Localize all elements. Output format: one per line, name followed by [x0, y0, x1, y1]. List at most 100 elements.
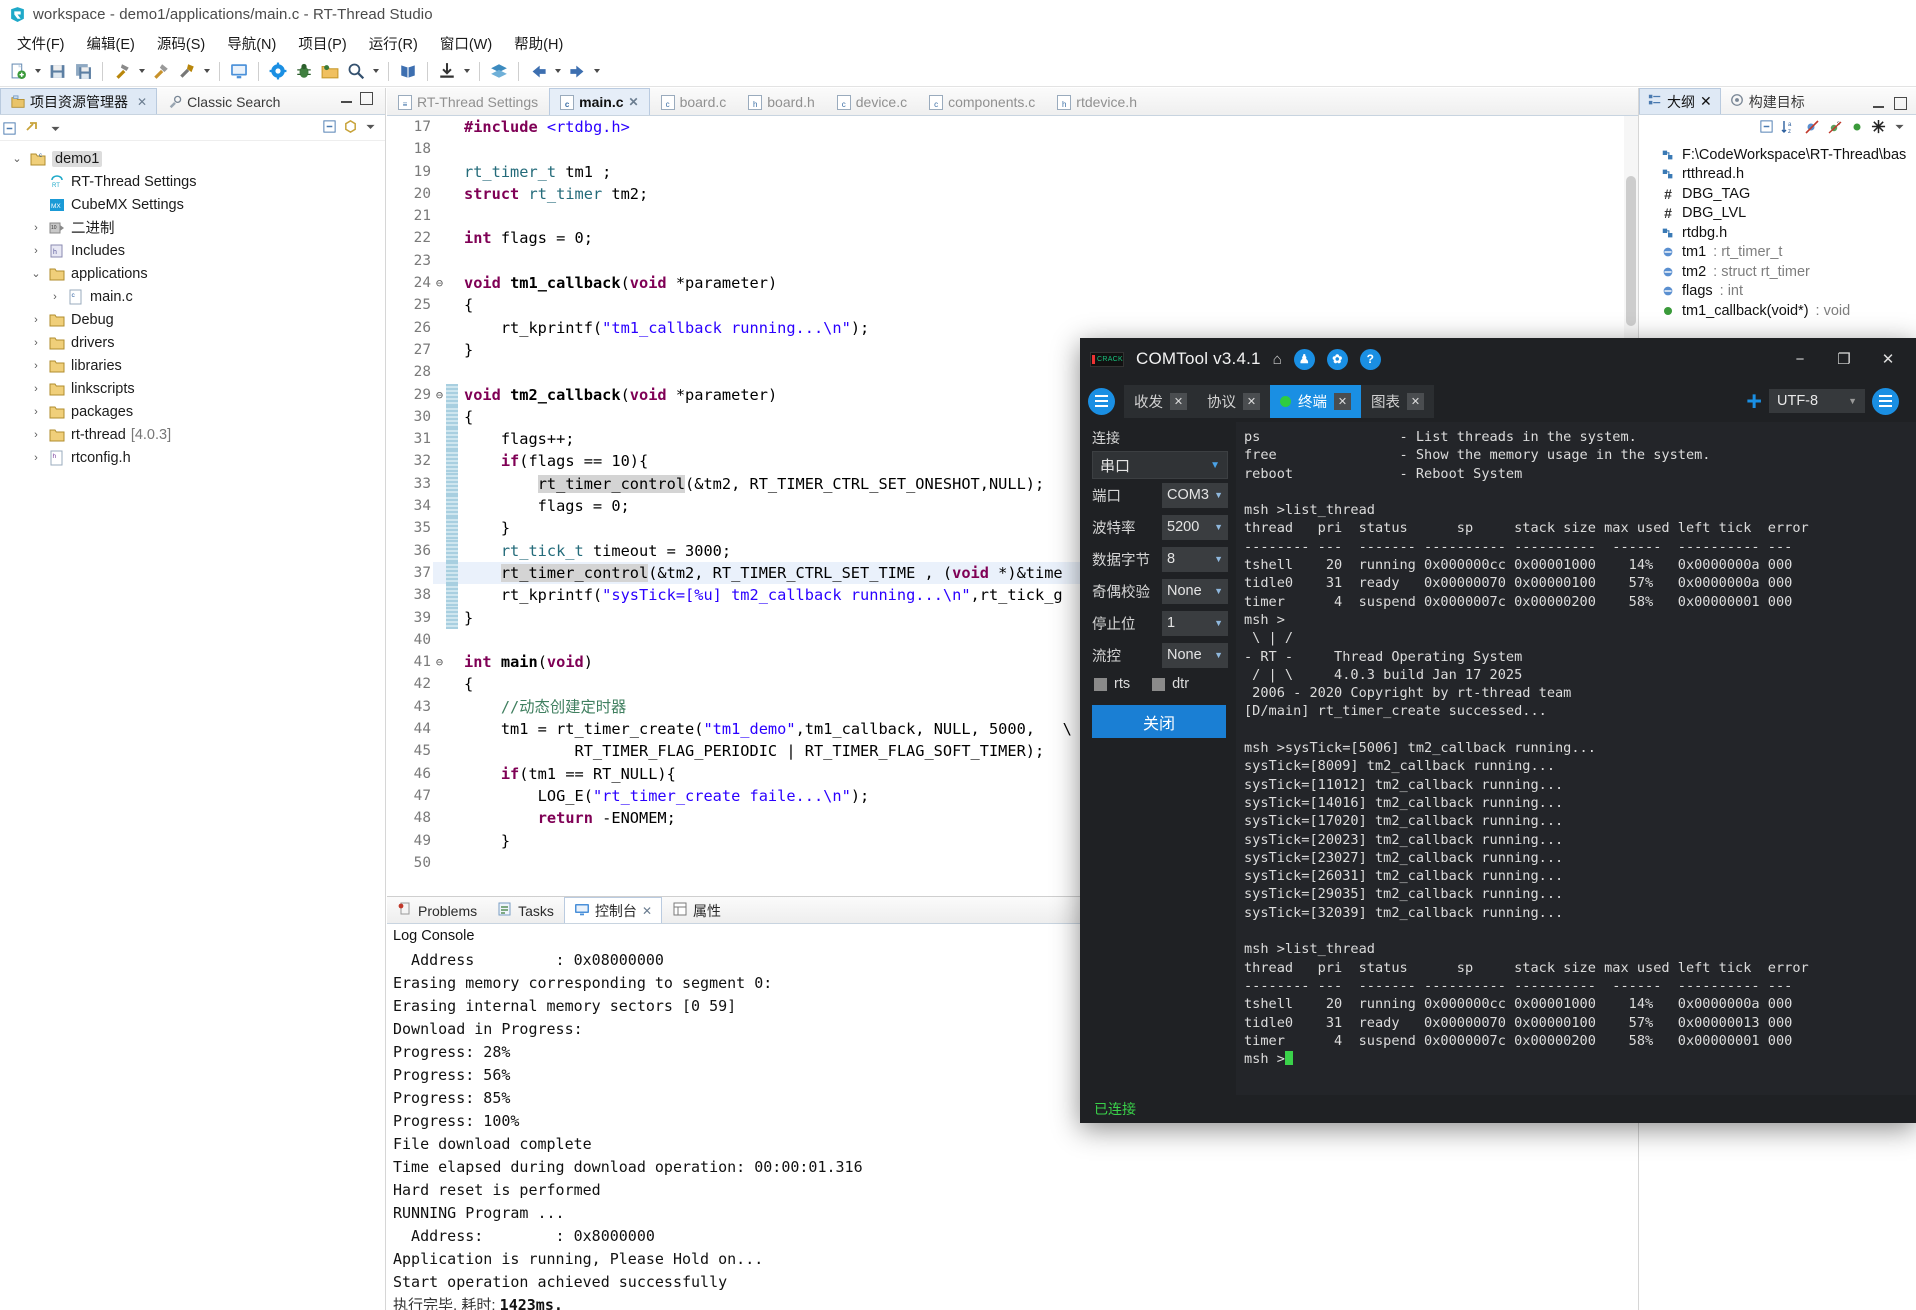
back-arrow-icon[interactable] — [526, 59, 550, 83]
terminal-icon[interactable] — [227, 59, 251, 83]
tab-project-explorer[interactable]: 项目资源管理器 ✕ — [0, 88, 157, 114]
tree-item-debug[interactable]: ›Debug — [0, 308, 385, 331]
skin-icon[interactable]: ✿ — [1327, 349, 1348, 370]
view-menu-icon[interactable] — [1893, 120, 1906, 136]
editor-tab-components-c[interactable]: ccomponents.c — [918, 88, 1046, 115]
save-all-icon[interactable] — [71, 59, 95, 83]
code-line[interactable]: 21 — [387, 205, 1624, 227]
caret-down-icon[interactable] — [136, 60, 147, 82]
outline-item[interactable]: tm1_callback(void*) : void — [1639, 301, 1916, 321]
tab-build-targets[interactable]: 构建目标 — [1721, 88, 1814, 114]
debug-bug-icon[interactable] — [292, 59, 316, 83]
menu-run[interactable]: 运行(R) — [358, 31, 429, 56]
menu-navigate[interactable]: 导航(N) — [216, 31, 287, 56]
help-icon[interactable]: ? — [1360, 349, 1381, 370]
link-editor-icon[interactable] — [25, 120, 41, 139]
serial-field-select[interactable]: 8▼ — [1162, 547, 1228, 572]
chevron-right-icon[interactable]: › — [29, 452, 43, 464]
tree-item-drivers[interactable]: ›drivers — [0, 331, 385, 354]
comtool-tab-收发[interactable]: 收发✕ — [1124, 385, 1197, 418]
editor-tab-rt-thread-settings[interactable]: ≡RT-Thread Settings — [387, 88, 549, 115]
sync-settings-icon[interactable] — [266, 59, 290, 83]
hide-fields-icon[interactable] — [1804, 119, 1820, 138]
clean-icon[interactable] — [149, 59, 173, 83]
menu-file[interactable]: 文件(F) — [6, 31, 76, 56]
comtool-tab-协议[interactable]: 协议✕ — [1197, 385, 1270, 418]
minimize-view-icon[interactable] — [340, 92, 353, 105]
close-icon[interactable]: ✕ — [1334, 393, 1351, 410]
collapse-all-icon[interactable] — [322, 119, 337, 137]
menu-help[interactable]: 帮助(H) — [503, 31, 574, 56]
code-line[interactable]: 20struct rt_timer tm2; — [387, 183, 1624, 205]
caret-down-icon[interactable] — [591, 60, 602, 82]
hide-static-icon[interactable]: s — [1827, 119, 1843, 138]
editor-tab-rtdevice-h[interactable]: hrtdevice.h — [1046, 88, 1148, 115]
comtool-tab-终端[interactable]: 终端✕ — [1270, 385, 1361, 418]
outline-item[interactable]: F:\CodeWorkspace\RT-Thread\bas — [1639, 145, 1916, 165]
editor-tab-main-c[interactable]: cmain.c✕ — [549, 88, 649, 115]
connection-type-select[interactable]: 串口 ▼ — [1092, 451, 1228, 479]
close-button[interactable]: ✕ — [1866, 339, 1910, 379]
menu-window[interactable]: 窗口(W) — [429, 31, 503, 56]
chevron-right-icon[interactable]: › — [29, 360, 43, 372]
console-tab-控制台[interactable]: 控制台✕ — [564, 897, 662, 923]
minimize-view-icon[interactable] — [1872, 97, 1885, 110]
filter-icon[interactable] — [1871, 119, 1886, 137]
maximize-button[interactable]: ❐ — [1822, 339, 1866, 379]
menu-edit[interactable]: 编辑(E) — [76, 31, 146, 56]
outline-item[interactable]: flags : int — [1639, 282, 1916, 302]
comtool-tab-图表[interactable]: 图表✕ — [1361, 385, 1434, 418]
close-icon[interactable]: ✕ — [1243, 393, 1260, 410]
tree-item-rtconfig-h[interactable]: ›hrtconfig.h — [0, 446, 385, 469]
close-icon[interactable]: ✕ — [1407, 393, 1424, 410]
chevron-right-icon[interactable]: › — [29, 245, 43, 257]
code-line[interactable]: 24⊖void tm1_callback(void *parameter) — [387, 272, 1624, 294]
tree-item-cubemx-settings[interactable]: MXCubeMX Settings — [0, 193, 385, 216]
search-icon[interactable] — [344, 59, 368, 83]
close-icon[interactable]: ✕ — [642, 904, 652, 918]
tree-item-packages[interactable]: ›packages — [0, 400, 385, 423]
terminal-output[interactable]: ps - List threads in the system.free - S… — [1236, 422, 1916, 1095]
build-settings-icon[interactable] — [175, 59, 199, 83]
tree-item-linkscripts[interactable]: ›linkscripts — [0, 377, 385, 400]
outline-item[interactable]: rtdbg.h — [1639, 223, 1916, 243]
chevron-right-icon[interactable]: › — [29, 383, 43, 395]
view-menu-icon[interactable] — [49, 122, 62, 138]
close-icon[interactable]: ✕ — [1170, 393, 1187, 410]
caret-down-icon[interactable] — [32, 60, 43, 82]
forward-arrow-icon[interactable] — [565, 59, 589, 83]
editor-tab-board-c[interactable]: cboard.c — [650, 88, 738, 115]
caret-down-icon[interactable] — [201, 60, 212, 82]
tree-item-rt-thread-settings[interactable]: RTRT-Thread Settings — [0, 170, 385, 193]
console-tab-属性[interactable]: 属性 — [662, 897, 731, 923]
console-tab-problems[interactable]: Problems — [387, 897, 487, 923]
tree-item--[interactable]: ›10二进制 — [0, 216, 385, 239]
editor-tab-board-h[interactable]: hboard.h — [737, 88, 825, 115]
chevron-right-icon[interactable]: › — [29, 337, 43, 349]
tab-classic-search[interactable]: Classic Search — [157, 88, 290, 114]
collapse-all-icon[interactable] — [1759, 119, 1774, 137]
outline-item[interactable]: tm1 : rt_timer_t — [1639, 243, 1916, 263]
fold-collapse-icon[interactable]: ⊖ — [433, 384, 446, 406]
code-line[interactable]: 22int flags = 0; — [387, 227, 1624, 249]
outline-item[interactable]: tm2 : struct rt_timer — [1639, 262, 1916, 282]
close-icon[interactable]: ✕ — [1700, 93, 1712, 110]
chevron-right-icon[interactable]: › — [29, 314, 43, 326]
serial-field-select[interactable]: 5200▼ — [1162, 515, 1228, 540]
rts-checkbox[interactable]: rts — [1094, 676, 1130, 692]
code-line[interactable]: 19rt_timer_t tm1 ; — [387, 161, 1624, 183]
tree-item-includes[interactable]: ›hIncludes — [0, 239, 385, 262]
maximize-view-icon[interactable] — [360, 92, 373, 105]
serial-field-select[interactable]: None▼ — [1162, 643, 1228, 668]
chevron-down-icon[interactable]: ⌄ — [29, 267, 43, 280]
tree-item-libraries[interactable]: ›libraries — [0, 354, 385, 377]
menu-source[interactable]: 源码(S) — [146, 31, 216, 56]
book-icon[interactable] — [396, 59, 420, 83]
dtr-checkbox[interactable]: dtr — [1152, 676, 1189, 692]
editor-tab-device-c[interactable]: cdevice.c — [826, 88, 918, 115]
build-hammer-icon[interactable] — [110, 59, 134, 83]
outline-item[interactable]: rtthread.h — [1639, 165, 1916, 185]
code-line[interactable]: 18 — [387, 138, 1624, 160]
sort-az-icon[interactable]: az — [1781, 119, 1797, 138]
caret-down-icon[interactable] — [461, 60, 472, 82]
